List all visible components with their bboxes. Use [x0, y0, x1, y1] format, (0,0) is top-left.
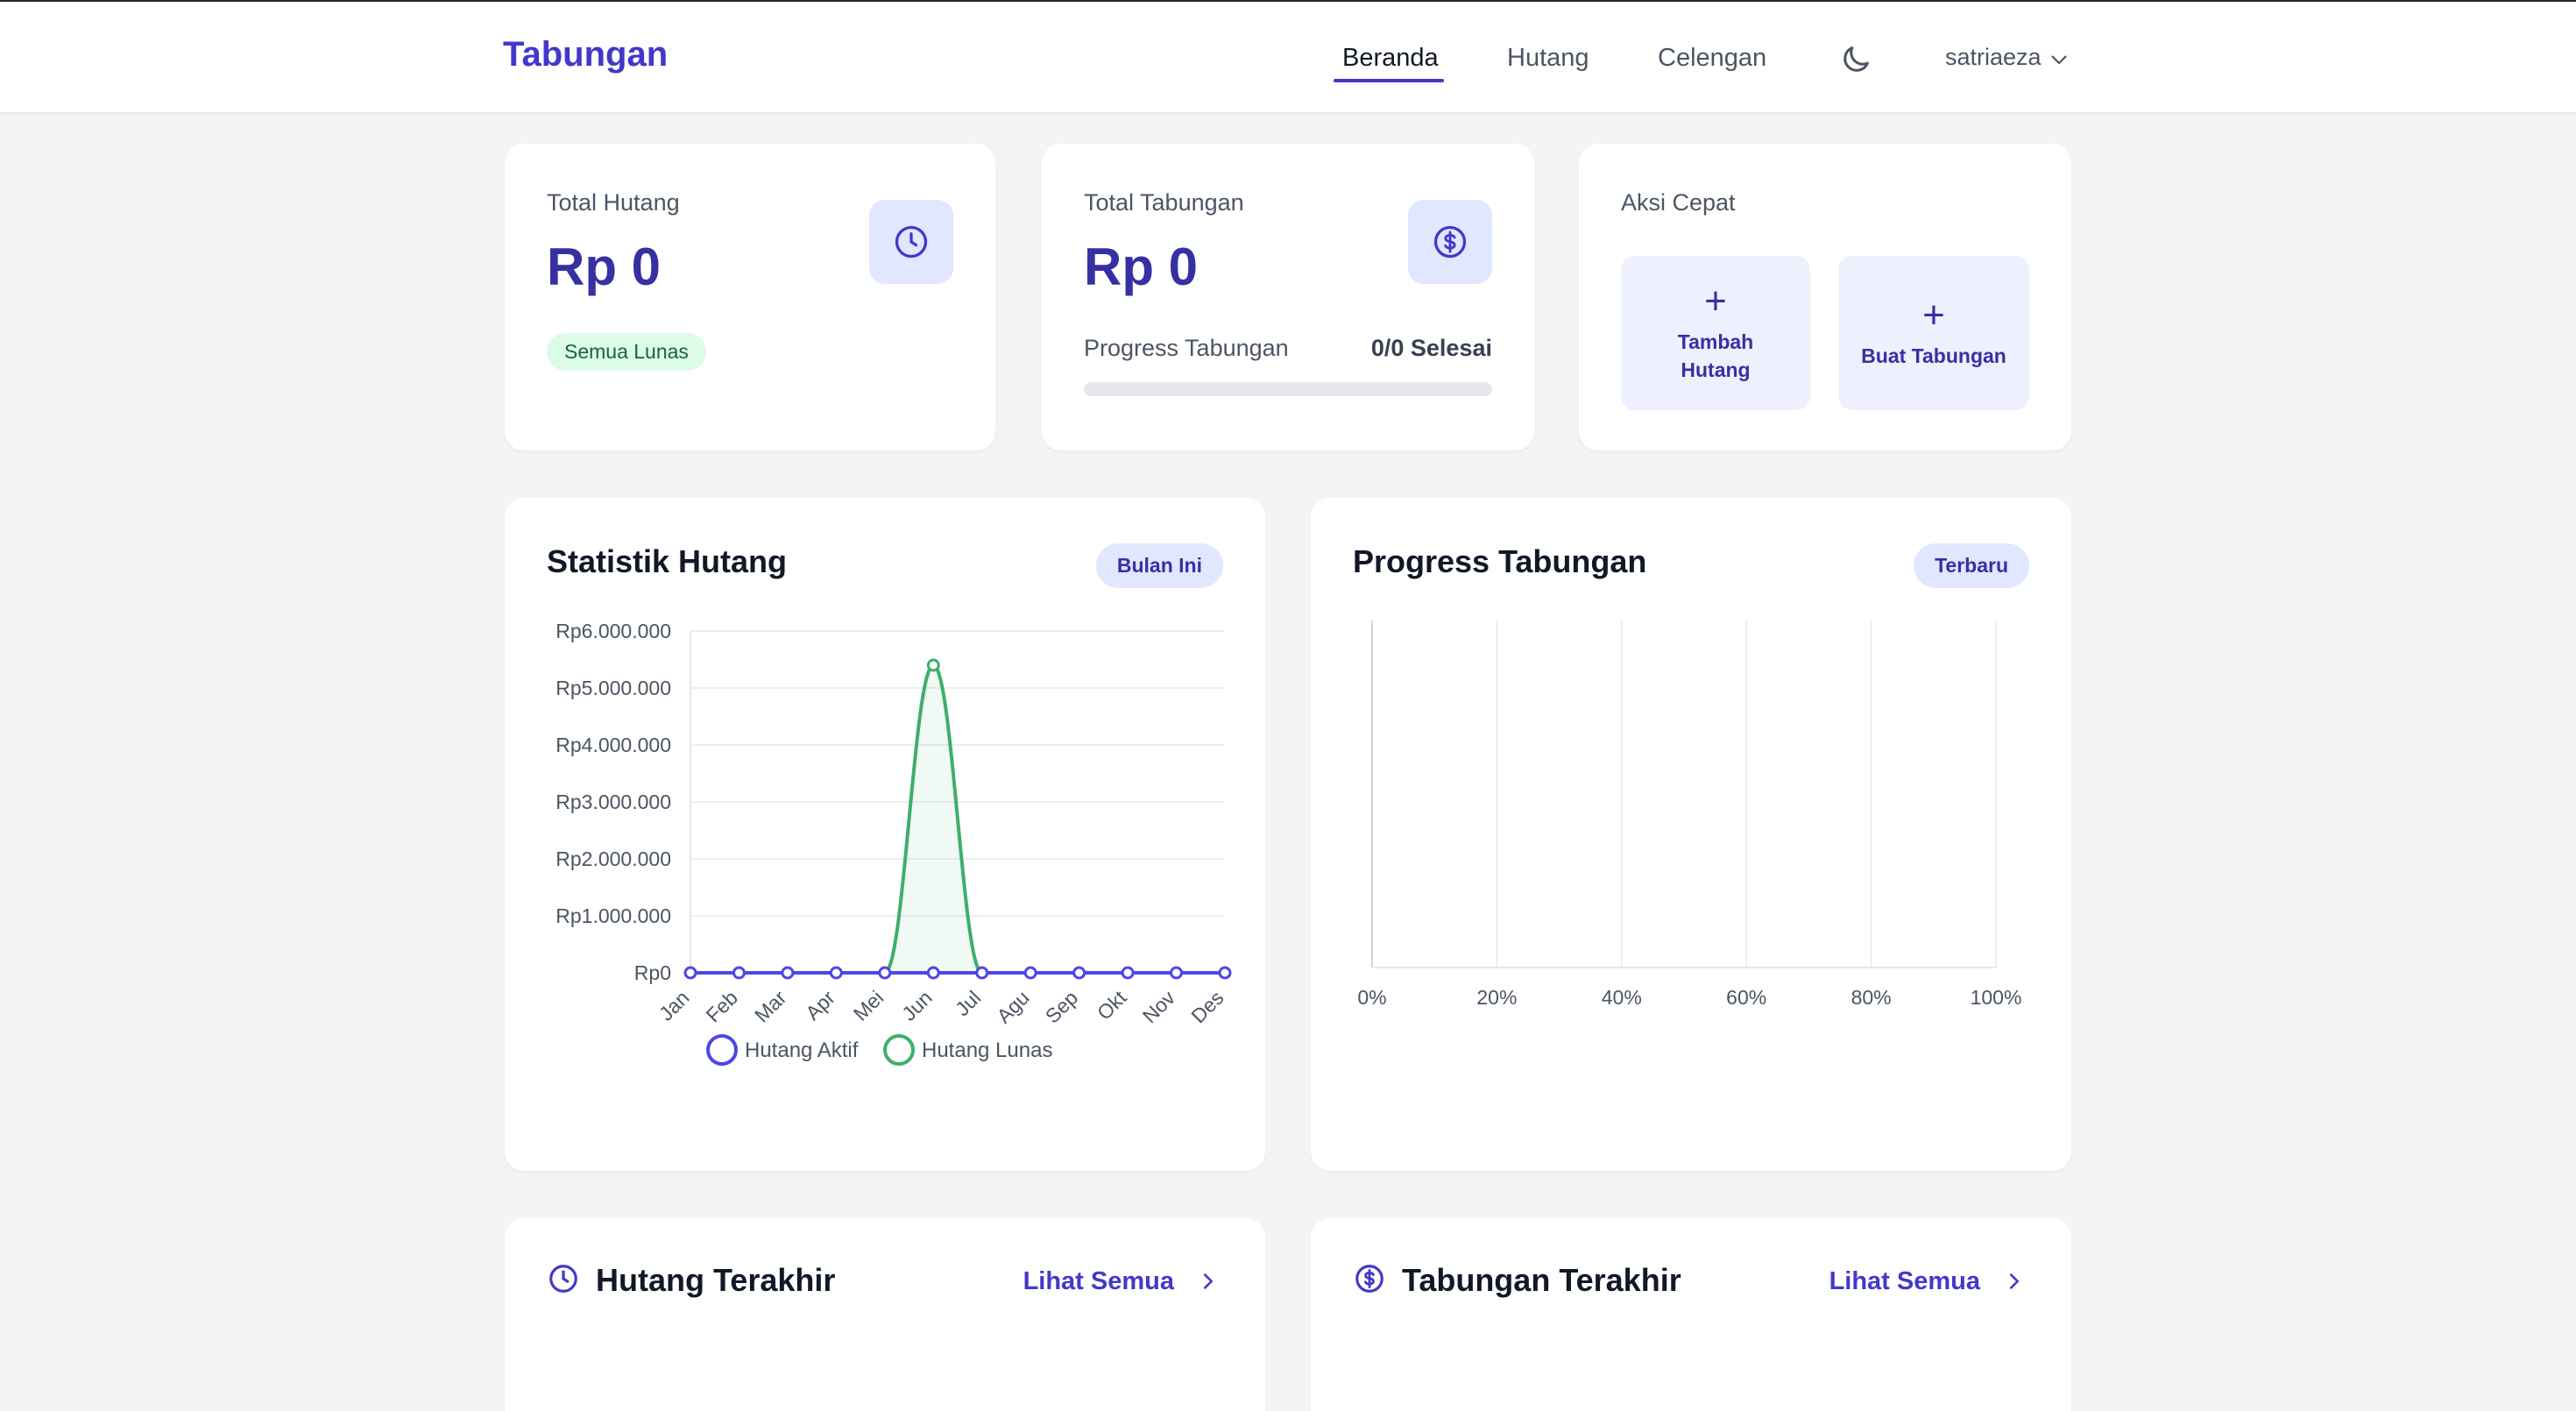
savings-progress-title: Progress Tabungan	[1353, 543, 1647, 579]
data-point	[781, 966, 795, 980]
data-point	[829, 966, 843, 980]
savings-filter-pill[interactable]: Terbaru	[1914, 543, 2029, 588]
legend-label: Hutang Lunas	[922, 1039, 1052, 1062]
dollar-icon	[1433, 225, 1467, 259]
chevron-down-icon[interactable]	[2049, 49, 2070, 70]
total-savings-label: Total Tabungan	[1084, 189, 1244, 216]
savings-bar-chart: 0% 20% 40% 60% 80% 100%	[1357, 620, 2022, 1009]
data-point	[926, 966, 940, 980]
create-savings-label: Buat Tabungan	[1861, 344, 2006, 367]
x-tick-label: 0%	[1357, 986, 1386, 1009]
clock-icon	[549, 1265, 577, 1293]
savings-progress-label: Progress Tabungan	[1084, 335, 1289, 361]
add-debt-button[interactable]: + Tambah Hutang	[1621, 256, 1810, 410]
x-tick-label: 40%	[1602, 986, 1642, 1009]
data-point	[926, 658, 940, 672]
y-tick-label: Rp2.000.000	[556, 847, 671, 870]
legend-marker	[883, 1034, 915, 1066]
x-tick-label: Okt	[1093, 986, 1131, 1025]
data-point	[1072, 966, 1086, 980]
dollar-icon	[1355, 1265, 1384, 1293]
clock-icon	[895, 225, 928, 259]
x-tick-label: Des	[1186, 986, 1228, 1027]
nav-hutang[interactable]: Hutang	[1507, 44, 1589, 73]
x-tick-label: Jan	[655, 986, 694, 1025]
user-menu[interactable]: satriaeza	[1945, 44, 2042, 71]
savings-progress-card: Progress Tabungan Terbaru 0% 20% 40% 60% 80%…	[1311, 498, 2071, 1171]
total-savings-value: Rp 0	[1084, 238, 1199, 296]
x-tick-label: 80%	[1851, 986, 1892, 1009]
status-badge: Semua Lunas	[547, 333, 706, 371]
nav-active-indicator	[1334, 79, 1444, 82]
data-point	[732, 966, 746, 980]
x-tick-label: 20%	[1476, 986, 1517, 1009]
y-tick-label: Rp6.000.000	[556, 620, 671, 642]
chevron-right-icon[interactable]	[1195, 1269, 1220, 1294]
y-tick-label: Rp5.000.000	[556, 677, 671, 699]
legend-marker	[706, 1034, 738, 1066]
recent-debt-card: Hutang Terakhir Lihat Semua	[505, 1218, 1265, 1411]
x-tick-label: 100%	[1971, 986, 2022, 1009]
y-tick-label: Rp4.000.000	[556, 734, 671, 756]
data-point	[975, 966, 989, 980]
x-tick-label: Apr	[801, 986, 839, 1025]
add-debt-label-line1: Tambah	[1677, 330, 1754, 353]
x-tick-label: Jul	[951, 986, 985, 1020]
nav-beranda[interactable]: Beranda	[1342, 44, 1439, 73]
x-tick-label: Jun	[897, 986, 937, 1025]
debt-filter-pill[interactable]: Bulan Ini	[1095, 543, 1223, 588]
x-tick-label: Agu	[992, 986, 1033, 1027]
plus-icon: +	[1704, 280, 1727, 323]
y-tick-label: Rp0	[634, 961, 671, 984]
brand-logo[interactable]: Tabungan	[503, 35, 668, 74]
data-point	[1218, 966, 1232, 980]
x-tick-label: Feb	[702, 986, 742, 1026]
data-point	[683, 966, 697, 980]
quick-actions-label: Aksi Cepat	[1621, 189, 1736, 216]
x-tick-label: Mei	[849, 986, 888, 1025]
savings-icon-box	[1408, 200, 1492, 284]
x-tick-label: Mar	[750, 986, 791, 1027]
create-savings-button[interactable]: + Buat Tabungan	[1838, 256, 2029, 410]
y-tick-label: Rp1.000.000	[556, 904, 671, 927]
total-debt-value: Rp 0	[547, 238, 662, 296]
add-debt-label-line2: Hutang	[1681, 358, 1751, 381]
moon-icon[interactable]	[1838, 42, 1873, 77]
x-tick-label: 60%	[1726, 986, 1766, 1009]
data-point	[1023, 966, 1037, 980]
navbar: Tabungan Beranda Hutang Celengan satriae…	[0, 2, 2576, 114]
y-tick-label: Rp3.000.000	[556, 791, 671, 813]
total-savings-card: Total Tabungan Rp 0 Progress Tabungan 0/…	[1042, 144, 1534, 450]
legend-label: Hutang Aktif	[745, 1039, 859, 1062]
quick-actions-card: Aksi Cepat + Tambah Hutang + Buat Tabung…	[1579, 144, 2071, 450]
chevron-right-icon[interactable]	[2001, 1269, 2026, 1294]
data-point	[1121, 966, 1135, 980]
savings-progress-bar	[1084, 382, 1492, 396]
x-tick-label: Sep	[1041, 986, 1082, 1027]
total-debt-label: Total Hutang	[547, 189, 680, 216]
total-debt-card: Total Hutang Rp 0 Semua Lunas	[505, 144, 995, 450]
recent-debt-title: Hutang Terakhir	[596, 1262, 836, 1298]
debt-line-chart: Rp0 Rp1.000.000 Rp2.000.000 Rp3.000.000 Rp4.…	[556, 620, 1232, 1066]
debt-icon-box	[869, 200, 953, 284]
recent-savings-see-all-link[interactable]: Lihat Semua	[1829, 1267, 1980, 1296]
recent-debt-see-all-link[interactable]: Lihat Semua	[1023, 1267, 1174, 1296]
nav-celengan[interactable]: Celengan	[1658, 44, 1766, 73]
recent-savings-card: Tabungan Terakhir Lihat Semua	[1311, 1218, 2071, 1411]
data-point	[1170, 966, 1184, 980]
debt-stats-card: Statistik Hutang Bulan Ini Rp0 Rp1.000.00…	[505, 498, 1265, 1171]
savings-progress-count: 0/0 Selesai	[1370, 335, 1492, 361]
x-tick-label: Nov	[1138, 986, 1180, 1028]
data-point	[878, 966, 892, 980]
debt-stats-title: Statistik Hutang	[547, 543, 788, 579]
plus-icon: +	[1922, 294, 1945, 337]
recent-savings-title: Tabungan Terakhir	[1402, 1262, 1681, 1298]
